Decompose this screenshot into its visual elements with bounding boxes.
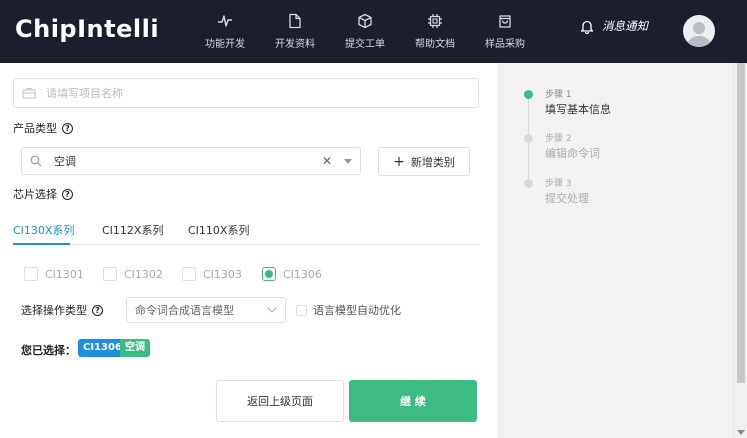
- nav-item-help-docs[interactable]: 帮助文档: [403, 13, 467, 50]
- nav-label: 开发资料: [275, 39, 315, 50]
- continue-button[interactable]: 继 续: [349, 380, 477, 422]
- tab-ci112x[interactable]: CI112X系列: [102, 222, 163, 238]
- chip-label: CI1306: [283, 267, 322, 281]
- operation-type-select[interactable]: 命令词合成语言模型: [126, 297, 286, 323]
- step-number: 步骤 1: [545, 90, 572, 100]
- auto-optimize-option[interactable]: 语言模型自动优化: [296, 302, 401, 318]
- user-icon: [687, 22, 711, 47]
- checkbox-checked[interactable]: [262, 267, 276, 281]
- avatar[interactable]: [683, 15, 715, 47]
- project-name-field[interactable]: [13, 78, 479, 108]
- chip-series-tabs: CI130X系列 CI112X系列 CI110X系列: [13, 215, 480, 245]
- clear-icon[interactable]: ✕: [322, 154, 332, 168]
- product-type-text: 产品类型: [13, 122, 57, 135]
- auto-optimize-label: 语言模型自动优化: [313, 304, 401, 317]
- notification-link[interactable]: 消息通知: [580, 18, 648, 34]
- chip-option-ci1302[interactable]: CI1302: [103, 267, 163, 281]
- product-type-value: 空调: [54, 155, 76, 168]
- step-number: 步骤 2: [545, 134, 572, 144]
- chip-select-text: 芯片选择: [13, 188, 57, 201]
- chip-option-ci1301[interactable]: CI1301: [24, 267, 84, 281]
- step-title: 编辑命令词: [545, 147, 600, 160]
- chip-label: CI1301: [45, 267, 84, 281]
- help-icon[interactable]: ?: [92, 304, 103, 316]
- nav-label: 样品采购: [485, 39, 525, 50]
- chip-option-ci1306[interactable]: CI1306: [262, 267, 322, 281]
- add-category-button[interactable]: + 新增类别: [378, 147, 470, 176]
- scrollbar-thumb[interactable]: [737, 63, 745, 383]
- nav-item-feature-dev[interactable]: 功能开发: [193, 13, 257, 50]
- help-icon[interactable]: ?: [62, 188, 73, 200]
- step-dot: [524, 90, 533, 99]
- help-icon[interactable]: ?: [62, 122, 73, 134]
- checkbox[interactable]: [103, 267, 117, 281]
- checkbox[interactable]: [24, 267, 38, 281]
- chip-select-label: 芯片选择 ?: [13, 186, 73, 202]
- briefcase-icon: [22, 87, 36, 99]
- nav-item-submit-ticket[interactable]: 提交工单: [333, 13, 397, 50]
- selected-label: 您已选择：: [21, 344, 76, 357]
- selected-product-tag: 空调: [120, 339, 150, 357]
- step-number: 步骤 3: [545, 179, 572, 189]
- step-dot: [524, 134, 533, 143]
- document-icon: [289, 13, 301, 29]
- chip-icon: [428, 14, 442, 28]
- nav-label: 提交工单: [345, 39, 385, 50]
- chevron-down-icon: [267, 307, 277, 313]
- product-type-select[interactable]: 空调 ✕: [21, 147, 361, 175]
- pulse-icon: [218, 15, 232, 27]
- active-tab-indicator: [13, 243, 70, 245]
- add-category-label: 新增类别: [410, 155, 455, 169]
- steps-line: [528, 99, 529, 187]
- operation-type-text: 选择操作类型: [21, 304, 87, 317]
- step-dot: [524, 179, 533, 188]
- step-title: 填写基本信息: [545, 103, 611, 116]
- project-name-input[interactable]: [46, 86, 466, 100]
- step-title: 提交处理: [545, 192, 589, 205]
- search-icon: [30, 155, 42, 167]
- operation-type-value: 命令词合成语言模型: [135, 304, 234, 317]
- operation-type-label: 选择操作类型 ?: [21, 302, 103, 318]
- nav-item-dev-materials[interactable]: 开发资料: [263, 13, 327, 50]
- nav-item-sample-purchase[interactable]: 样品采购: [473, 13, 537, 50]
- product-type-label: 产品类型 ?: [13, 120, 73, 136]
- main-panel: 产品类型 ? 空调 ✕ + 新增类别 芯片选择 ? CI130X系列 CI112…: [0, 63, 497, 438]
- nav-label: 功能开发: [205, 39, 245, 50]
- chip-option-ci1303[interactable]: CI1303: [182, 267, 242, 281]
- notification-label: 消息通知: [602, 19, 648, 33]
- scroll-down-arrow-icon[interactable]: [737, 430, 745, 435]
- chip-label: CI1302: [124, 267, 163, 281]
- shopping-bag-icon: [499, 15, 511, 28]
- scrollbar[interactable]: [733, 63, 747, 438]
- plus-icon: +: [393, 153, 405, 170]
- checkbox[interactable]: [296, 304, 307, 316]
- back-button[interactable]: 返回上级页面: [216, 380, 344, 422]
- chip-label: CI1303: [203, 267, 242, 281]
- logo[interactable]: ChipIntelli: [15, 15, 159, 43]
- cube-icon: [358, 13, 372, 29]
- bell-icon: [580, 20, 594, 34]
- top-header: ChipIntelli 功能开发 开发资料 提交工单 帮助文档 样品采购 消息通…: [0, 0, 747, 63]
- caret-down-icon[interactable]: [344, 158, 352, 164]
- checkbox[interactable]: [182, 267, 196, 281]
- tab-ci110x[interactable]: CI110X系列: [188, 222, 249, 238]
- nav-label: 帮助文档: [415, 39, 455, 50]
- tab-ci130x[interactable]: CI130X系列: [13, 222, 74, 238]
